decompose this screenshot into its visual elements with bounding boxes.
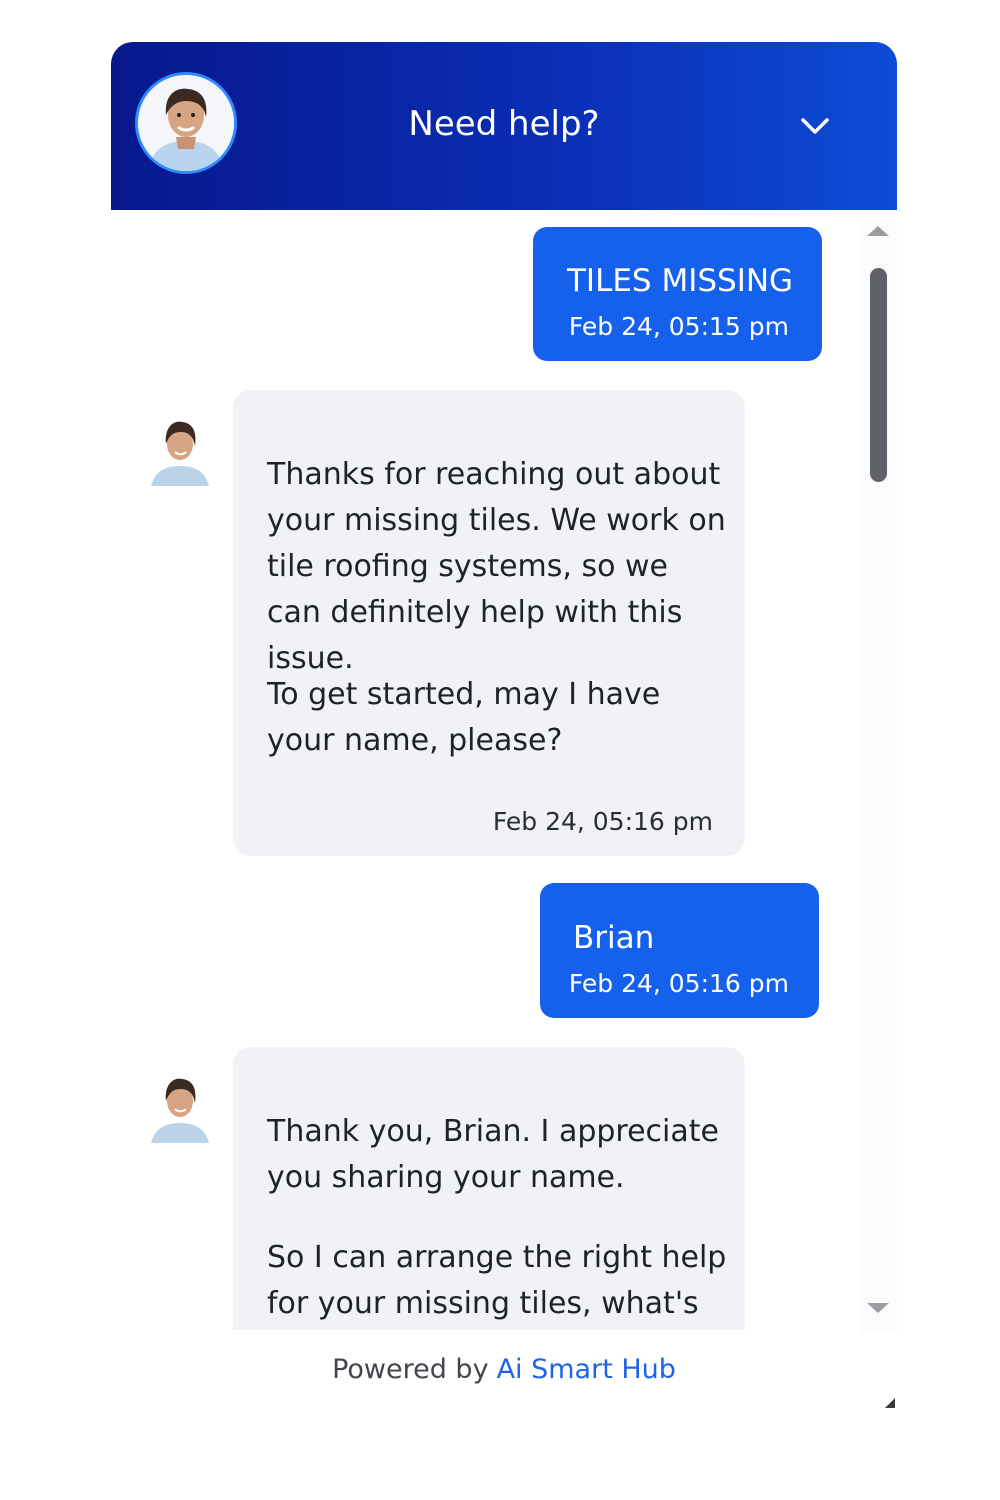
bot-message-paragraph: To get started, may I have your name, pl… xyxy=(267,677,661,758)
bot-message-paragraph: Thank you, Brian. I appreciate you shari… xyxy=(267,1114,719,1195)
message-timestamp: Feb 24, 05:16 pm xyxy=(492,807,713,836)
chat-header: Need help? xyxy=(111,42,897,210)
chat-title: Need help? xyxy=(408,104,600,144)
bot-message-bubble: Thank you, Brian. I appreciate you shari… xyxy=(233,1047,745,1330)
collapse-button[interactable] xyxy=(797,108,833,144)
bot-message-paragraph: So I can arrange the right help for your… xyxy=(267,1240,727,1321)
bot-avatar xyxy=(149,1071,211,1143)
user-message-bubble: TILES MISSING Feb 24, 05:15 pm xyxy=(533,227,822,361)
resize-handle-icon[interactable] xyxy=(885,1398,895,1408)
brand-link[interactable]: Ai Smart Hub xyxy=(497,1354,676,1385)
agent-avatar-icon xyxy=(151,421,209,486)
user-message-text: TILES MISSING xyxy=(567,263,794,299)
scroll-thumb[interactable] xyxy=(870,268,887,482)
message-list[interactable]: TILES MISSING Feb 24, 05:15 pm Thanks fo… xyxy=(111,210,861,1330)
message-timestamp: Feb 24, 05:15 pm xyxy=(568,312,789,341)
message-timestamp: Feb 24, 05:16 pm xyxy=(568,969,789,998)
bot-message-bubble: Thanks for reaching out about your missi… xyxy=(233,390,745,856)
scroll-down-arrow-icon[interactable] xyxy=(867,1303,889,1313)
agent-avatar-icon xyxy=(151,1078,209,1143)
powered-by-label: Powered by xyxy=(332,1354,489,1385)
chevron-down-icon xyxy=(801,118,829,134)
user-message-bubble: Brian Feb 24, 05:16 pm xyxy=(540,883,819,1018)
chat-widget: Need help? TILES MISSING Feb 24, 05:15 p… xyxy=(111,42,897,1410)
bot-avatar xyxy=(149,414,211,486)
powered-by-footer: Powered by Ai Smart Hub xyxy=(111,1332,897,1410)
message-scrollbar[interactable] xyxy=(861,222,897,1332)
scroll-up-arrow-icon[interactable] xyxy=(867,226,889,236)
user-message-text: Brian xyxy=(573,920,655,956)
bot-message-paragraph: Thanks for reaching out about your missi… xyxy=(267,457,726,676)
